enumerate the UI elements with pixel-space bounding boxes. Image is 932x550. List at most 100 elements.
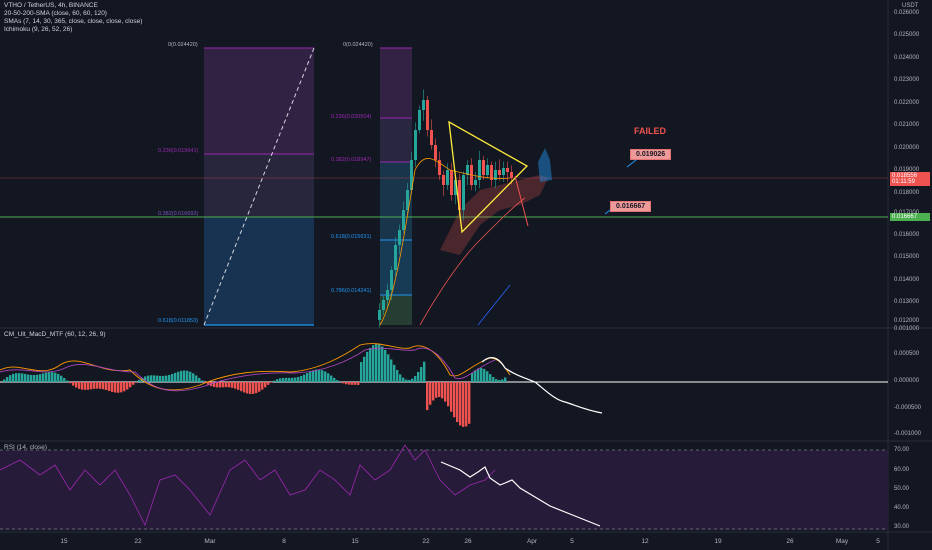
macd-bar xyxy=(279,378,282,382)
macd-bar xyxy=(291,377,294,382)
macd-bar xyxy=(372,345,375,382)
rsi-tick: 70.00 xyxy=(894,447,910,453)
candle-body xyxy=(486,165,489,175)
chart-legend: VTHO / TetherUS, 4h, BINANCE 20-50-200-S… xyxy=(4,2,142,34)
macd-bar xyxy=(477,368,480,382)
current-price-tag: 0.018556 01:11:59 xyxy=(890,172,930,186)
price-tick: 0.022000 xyxy=(894,100,920,106)
macd-bar xyxy=(75,382,78,388)
candle-body xyxy=(506,168,509,172)
time-tick: Mar xyxy=(204,538,216,545)
rsi-title[interactable]: RSI (14, close) xyxy=(4,444,47,452)
macd-tick: 0.000500 xyxy=(894,351,920,357)
failed-annotation[interactable]: FAILED xyxy=(634,126,666,136)
candle-body xyxy=(510,172,513,178)
macd-bar xyxy=(165,375,168,382)
macd-bar xyxy=(375,344,378,382)
symbol-title[interactable]: VTHO / TetherUS, 4h, BINANCE xyxy=(4,2,142,10)
macd-bar xyxy=(384,349,387,382)
price-tick: 0.015000 xyxy=(894,254,920,260)
macd-bar xyxy=(354,382,357,385)
macd-bar xyxy=(405,379,408,382)
macd-bar xyxy=(411,378,414,382)
macd-bar xyxy=(81,382,84,390)
macd-bar xyxy=(228,382,231,388)
macd-bar xyxy=(195,375,198,382)
macd-bar xyxy=(93,382,96,389)
macd-bar xyxy=(423,361,426,382)
macd-bar xyxy=(3,379,6,382)
candle-body xyxy=(426,100,429,130)
macd-bar xyxy=(252,382,255,394)
target-low-callout[interactable]: 0.016667 xyxy=(610,201,652,212)
macd-bar xyxy=(129,382,132,388)
macd-bar xyxy=(108,382,111,391)
candle-body xyxy=(498,170,501,175)
candle-body xyxy=(402,210,405,230)
macd-bar xyxy=(219,382,222,388)
macd-bar xyxy=(426,382,429,411)
macd-bar xyxy=(366,351,369,382)
macd-bar xyxy=(432,382,435,401)
macd-bar xyxy=(465,382,468,427)
macd-bar xyxy=(12,373,15,382)
price-tick: 0.018000 xyxy=(894,190,920,196)
macd-bar xyxy=(36,374,39,382)
macd-bar xyxy=(429,382,432,405)
macd-bar xyxy=(159,375,162,382)
macd-bar xyxy=(420,367,423,382)
time-tick: 12 xyxy=(641,538,649,545)
candle-body xyxy=(434,145,437,160)
candle-body xyxy=(422,100,425,110)
macd-bar xyxy=(258,382,261,392)
macd-bar xyxy=(153,375,156,382)
rsi-axis[interactable]: 70.00 60.00 50.00 40.00 30.00 xyxy=(888,441,932,532)
macd-bar xyxy=(489,374,492,382)
macd-title[interactable]: CM_Ult_MacD_MTF (60, 12, 26, 9) xyxy=(4,331,106,339)
macd-bar xyxy=(69,382,72,384)
macd-tick: -0.000500 xyxy=(894,405,922,411)
candle-body xyxy=(430,130,433,145)
price-axis[interactable]: USDT 0.026000 0.025000 0.024000 0.023000… xyxy=(888,0,932,328)
macd-bar xyxy=(417,371,420,382)
macd-bar xyxy=(435,382,438,398)
macd-bar xyxy=(237,382,240,390)
macd-bar xyxy=(456,382,459,423)
price-tick: 0.023000 xyxy=(894,77,920,83)
indicator-ichimoku[interactable]: Ichimoku (9, 26, 52, 26) xyxy=(4,26,142,34)
time-tick: 26 xyxy=(786,538,794,545)
macd-bar xyxy=(447,382,450,407)
macd-bar xyxy=(408,379,411,382)
rsi-tick: 60.00 xyxy=(894,467,910,473)
indicator-sma-1[interactable]: 20-50-200-SMA (close, 60, 60, 120) xyxy=(4,10,142,18)
macd-bar xyxy=(288,377,291,382)
macd-bar xyxy=(297,376,300,382)
chart-canvas[interactable] xyxy=(0,0,932,550)
time-tick: 8 xyxy=(282,538,286,545)
macd-bar xyxy=(174,372,177,382)
macd-bar xyxy=(90,382,93,390)
macd-bar xyxy=(444,382,447,402)
fib-left-level-0: 0(0.024420) xyxy=(168,42,198,48)
macd-bar xyxy=(24,373,27,382)
fib-retracement-left[interactable] xyxy=(203,47,315,326)
indicator-smas[interactable]: SMAs (7, 14, 30, 365, close, close, clos… xyxy=(4,18,142,26)
macd-bar xyxy=(453,382,456,418)
time-tick: 26 xyxy=(464,538,472,545)
macd-bar xyxy=(99,382,102,389)
price-tick: 0.026000 xyxy=(894,10,920,16)
macd-bar xyxy=(216,382,219,388)
macd-bar xyxy=(294,377,297,382)
time-tick: 22 xyxy=(422,538,430,545)
macd-bar xyxy=(300,375,303,382)
macd-bar xyxy=(183,370,186,382)
macd-bar xyxy=(147,375,150,382)
target-high-callout[interactable]: 0.019026 xyxy=(630,149,672,160)
macd-bar xyxy=(399,374,402,382)
macd-axis[interactable]: 0.001000 0.000500 0.000000 -0.000500 -0.… xyxy=(888,326,932,441)
macd-bar xyxy=(387,354,390,382)
macd-bar xyxy=(480,368,483,382)
macd-bar xyxy=(363,356,366,382)
price-tick: 0.012000 xyxy=(894,318,920,324)
macd-bar xyxy=(414,375,417,382)
